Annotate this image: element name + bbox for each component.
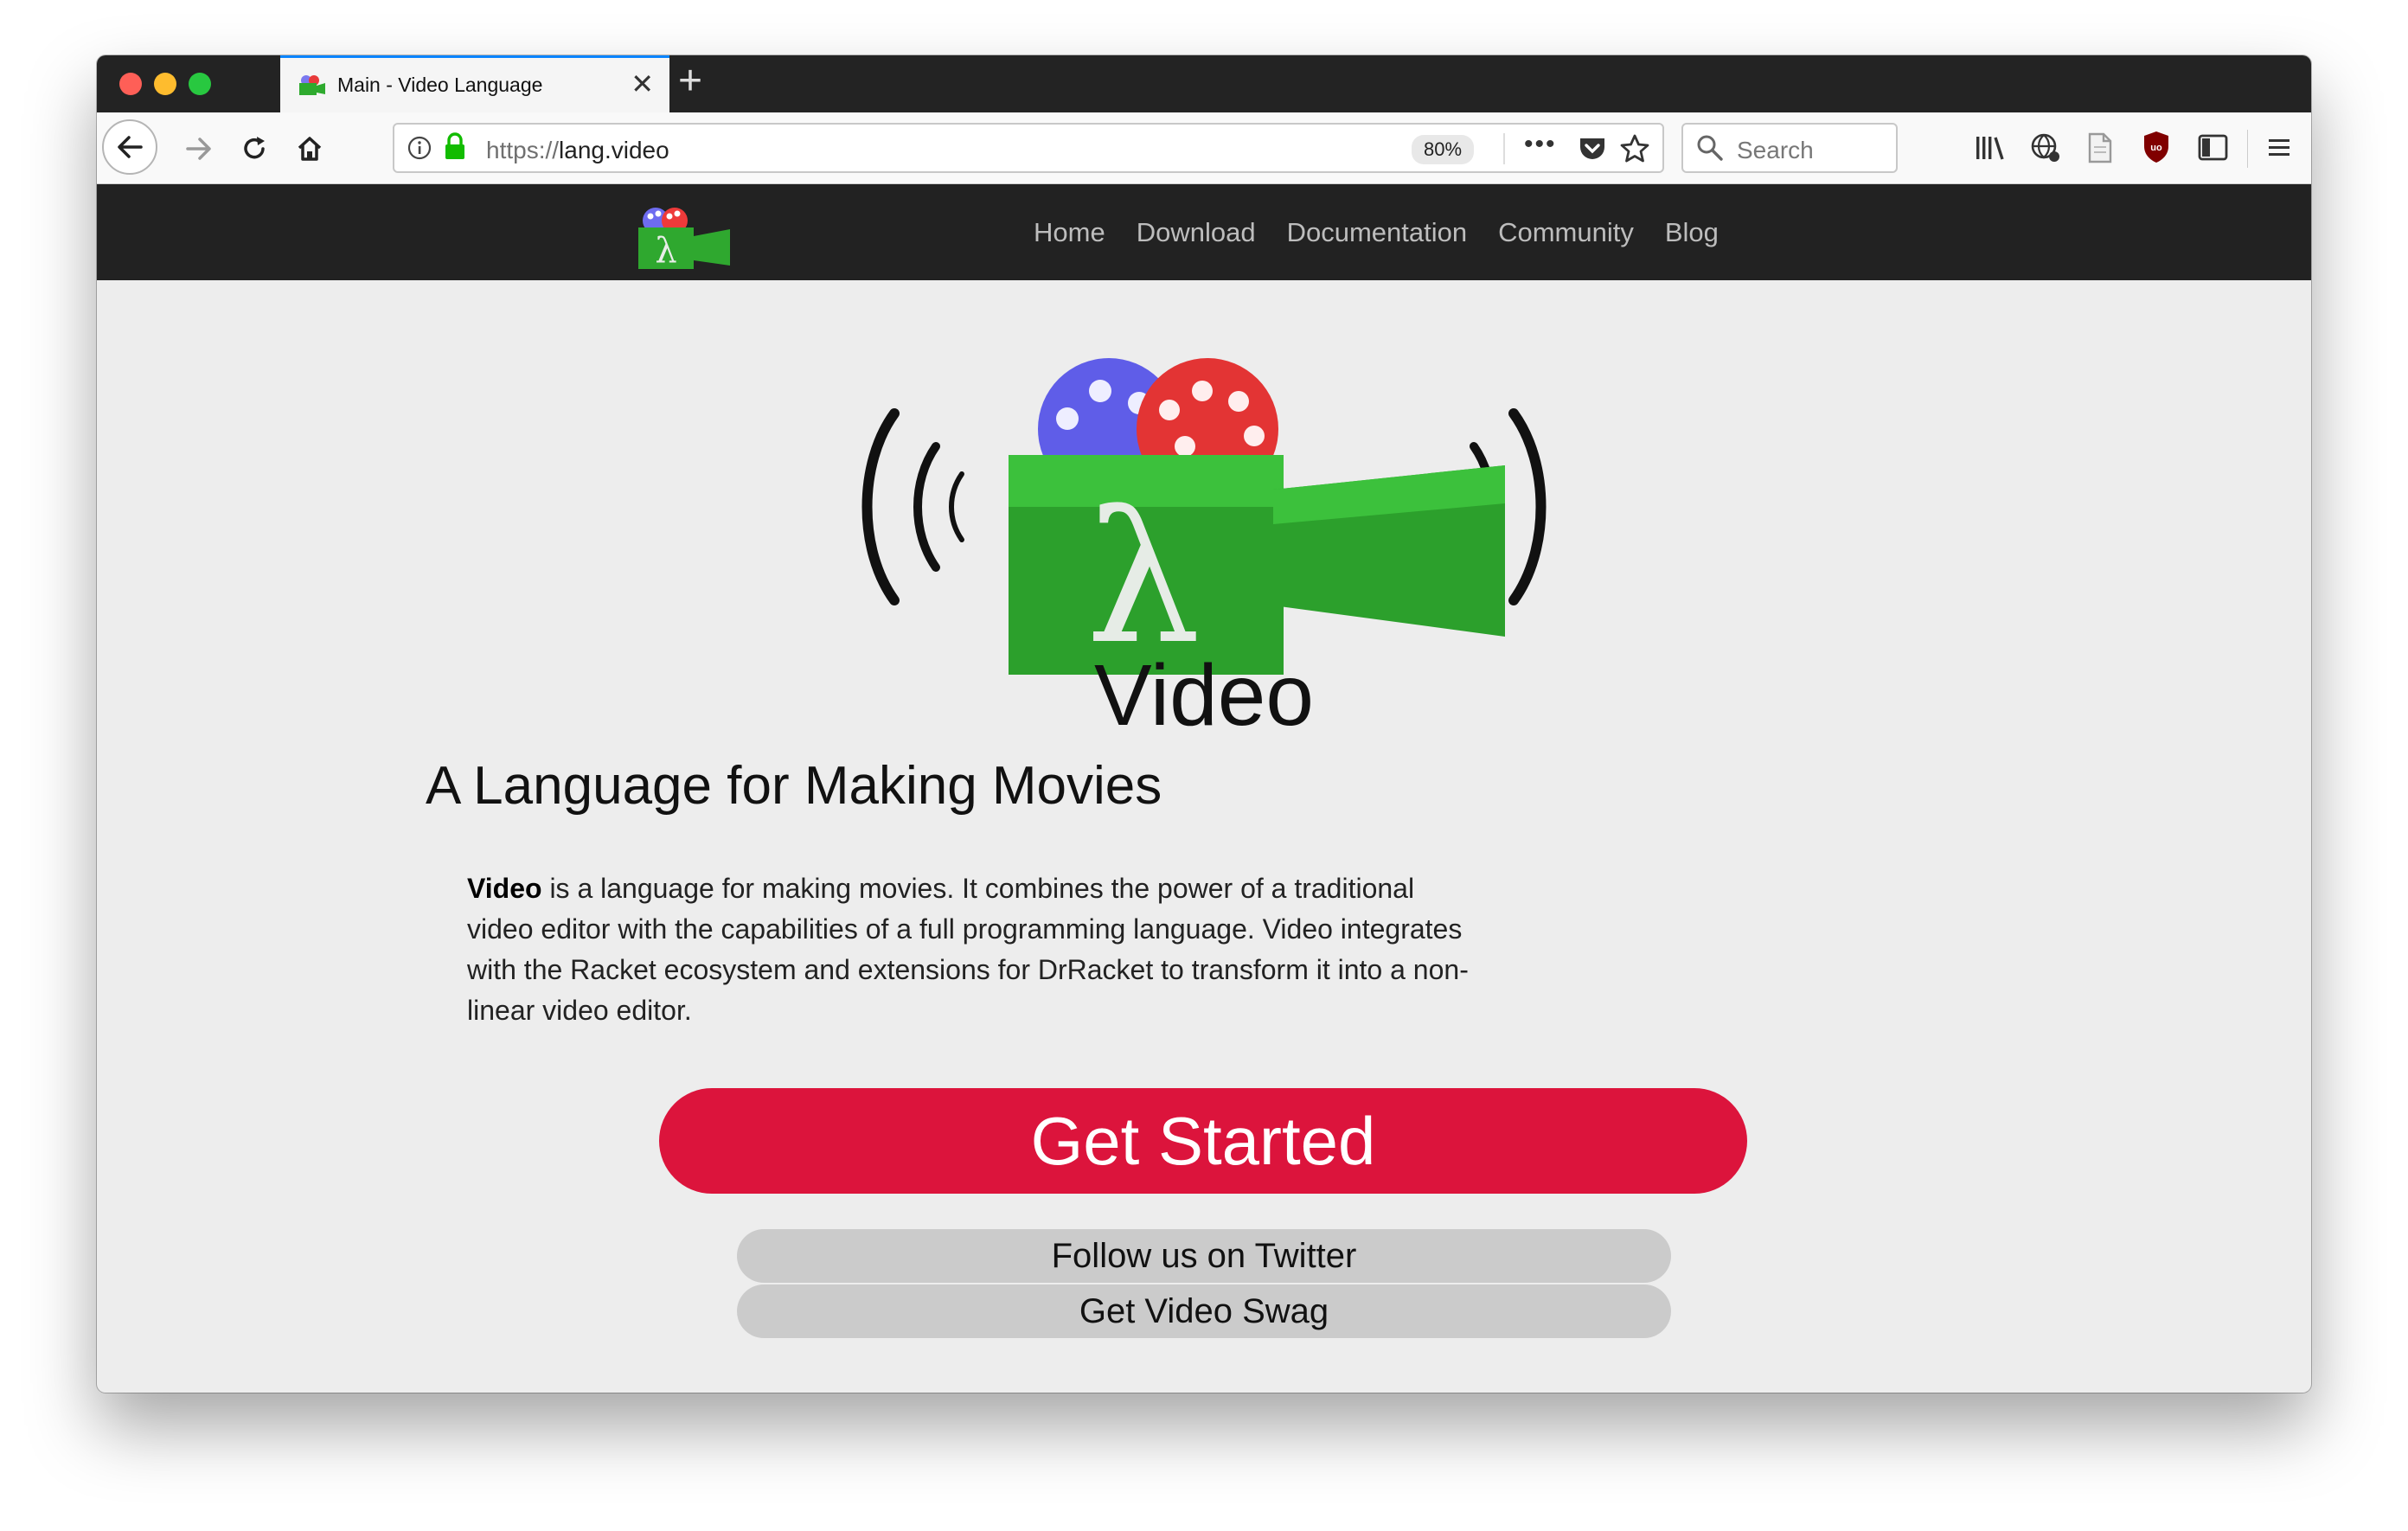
hamburger-menu-icon[interactable] xyxy=(2266,135,2292,161)
forward-button[interactable] xyxy=(173,123,225,175)
intro-body: is a language for making movies. It comb… xyxy=(467,873,1469,1026)
minimize-window-button[interactable] xyxy=(154,73,176,95)
url-divider xyxy=(1503,133,1505,164)
search-bar[interactable]: Search xyxy=(1681,123,1898,173)
nav-home[interactable]: Home xyxy=(1034,217,1105,248)
get-started-button[interactable]: Get Started xyxy=(659,1088,1747,1194)
globe-extension-icon[interactable] xyxy=(2029,131,2062,164)
navigation-toolbar: https://lang.video 80% ••• Search uo xyxy=(97,112,2311,184)
zoom-level-badge[interactable]: 80% xyxy=(1412,135,1475,164)
nav-community[interactable]: Community xyxy=(1498,217,1634,248)
pocket-icon[interactable] xyxy=(1578,135,1607,163)
new-tab-button[interactable]: + xyxy=(678,61,702,102)
svg-text:λ: λ xyxy=(655,231,676,271)
tab-strip: Main - Video Language ✕ + xyxy=(97,55,2311,112)
nav-download[interactable]: Download xyxy=(1137,217,1256,248)
site-menu: Home Download Documentation Community Bl… xyxy=(1034,217,1750,248)
nav-documentation[interactable]: Documentation xyxy=(1287,217,1468,248)
close-tab-icon[interactable]: ✕ xyxy=(631,70,654,98)
video-camera-favicon-icon xyxy=(299,74,325,95)
sidebar-icon[interactable] xyxy=(2197,133,2230,163)
search-icon xyxy=(1697,135,1723,161)
info-icon[interactable] xyxy=(407,135,432,161)
intro-lead: Video xyxy=(467,873,542,904)
close-window-button[interactable] xyxy=(119,73,142,95)
video-camera-logo-icon: λ xyxy=(861,358,1547,680)
page-subtitle: A Language for Making Movies xyxy=(426,756,1162,816)
arrow-right-icon xyxy=(186,138,211,160)
ublock-shield-icon[interactable]: uo xyxy=(2142,130,2171,164)
page-title: Video xyxy=(1094,647,1314,744)
browser-window: Main - Video Language ✕ + https://lang.v… xyxy=(97,55,2311,1393)
back-button[interactable] xyxy=(102,119,157,175)
svg-text:uo: uo xyxy=(2150,143,2162,153)
site-header: λ Home Download Documentation Community … xyxy=(97,184,2311,280)
get-swag-button[interactable]: Get Video Swag xyxy=(737,1284,1671,1338)
document-icon[interactable] xyxy=(2086,131,2114,164)
intro-paragraph: Video is a language for making movies. I… xyxy=(467,868,1470,1031)
search-placeholder: Search xyxy=(1737,137,1814,163)
zoom-window-button[interactable] xyxy=(189,73,211,95)
home-icon xyxy=(298,137,322,161)
video-logo-icon[interactable]: λ xyxy=(630,203,733,272)
url-bar[interactable]: https://lang.video 80% ••• xyxy=(393,123,1664,173)
toolbar-divider xyxy=(2247,130,2248,168)
arrow-left-icon xyxy=(118,136,143,158)
follow-twitter-button[interactable]: Follow us on Twitter xyxy=(737,1229,1671,1283)
lock-icon[interactable] xyxy=(443,131,467,163)
nav-blog[interactable]: Blog xyxy=(1665,217,1719,248)
tab-title: Main - Video Language xyxy=(337,74,543,96)
tab-main[interactable]: Main - Video Language ✕ xyxy=(280,55,669,112)
bookmark-star-icon[interactable] xyxy=(1619,133,1650,164)
reload-button[interactable] xyxy=(228,123,280,175)
page-actions-icon[interactable]: ••• xyxy=(1524,130,1557,159)
reload-icon xyxy=(244,137,265,159)
library-icon[interactable] xyxy=(1974,133,2007,163)
url-text[interactable]: https://lang.video xyxy=(486,137,669,164)
home-button[interactable] xyxy=(284,123,336,175)
